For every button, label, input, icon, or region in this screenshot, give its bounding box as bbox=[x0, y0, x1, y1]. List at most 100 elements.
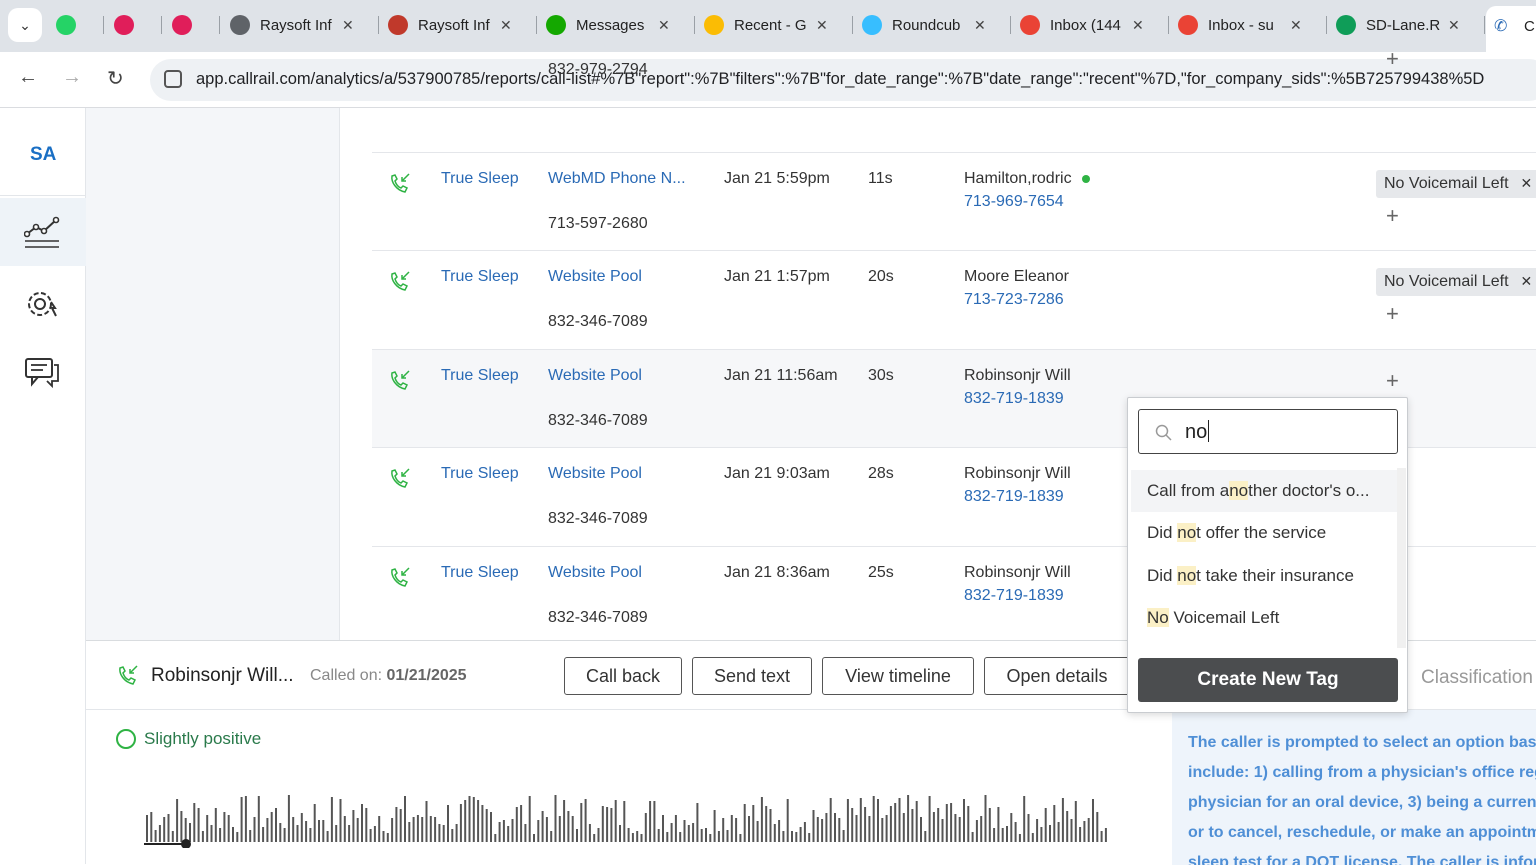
call-duration: 20s bbox=[868, 268, 894, 285]
dropdown-scrollbar[interactable] bbox=[1397, 468, 1406, 648]
company-link[interactable]: True Sleep bbox=[441, 367, 519, 385]
table-row[interactable]: 832-979-2794 + bbox=[372, 46, 1536, 152]
close-tab-icon[interactable]: ✕ bbox=[1132, 17, 1144, 34]
browser-tab[interactable] bbox=[114, 6, 144, 44]
company-link[interactable]: True Sleep bbox=[441, 268, 519, 286]
remove-tag-icon[interactable]: ✕ bbox=[1521, 273, 1533, 289]
close-tab-icon[interactable]: ✕ bbox=[974, 17, 986, 34]
call-duration: 30s bbox=[868, 367, 894, 384]
caller-phone-link[interactable]: 832-719-1839 bbox=[964, 488, 1064, 506]
inbound-call-icon[interactable] bbox=[388, 468, 410, 490]
audio-waveform[interactable] bbox=[144, 786, 1114, 848]
browser-tab[interactable]: Raysoft Inf ✕ bbox=[230, 6, 354, 44]
classification-tab[interactable]: Classification bbox=[1421, 667, 1533, 689]
close-tab-icon[interactable]: ✕ bbox=[658, 17, 670, 34]
call-back-button[interactable]: Call back bbox=[564, 657, 682, 695]
browser-tab[interactable] bbox=[56, 6, 86, 44]
close-tab-icon[interactable]: ✕ bbox=[1448, 17, 1460, 34]
tracking-number: 832-346-7089 bbox=[548, 510, 648, 527]
back-icon[interactable]: ← bbox=[18, 66, 38, 89]
source-link[interactable]: Website Pool bbox=[548, 564, 642, 582]
browser-tab[interactable]: Roundcub ✕ bbox=[862, 6, 986, 44]
caller-phone-link[interactable]: 832-719-1839 bbox=[964, 587, 1064, 605]
caller-phone-link[interactable]: 713-969-7654 bbox=[964, 193, 1064, 211]
inbound-call-icon[interactable] bbox=[388, 567, 410, 589]
tag-option[interactable]: Call from another doctor's o... bbox=[1131, 470, 1397, 512]
inbound-call-icon[interactable] bbox=[388, 173, 410, 195]
company-link[interactable]: True Sleep bbox=[441, 564, 519, 582]
create-new-tag-button[interactable]: Create New Tag bbox=[1138, 658, 1398, 702]
caller-name: Hamilton,rodric bbox=[964, 170, 1090, 188]
tab-label: Raysoft Inf bbox=[418, 16, 490, 34]
search-value-text: no bbox=[1185, 421, 1208, 443]
inbound-call-icon[interactable] bbox=[388, 370, 410, 392]
summary-line: or to cancel, reschedule, or make an app… bbox=[1188, 824, 1536, 841]
search-icon bbox=[1155, 424, 1172, 441]
browser-tab[interactable]: Inbox - su ✕ bbox=[1178, 6, 1302, 44]
summary-line: sleep test for a DOT license. The caller… bbox=[1188, 854, 1536, 865]
site-info-icon[interactable] bbox=[164, 70, 182, 88]
drive-icon bbox=[704, 15, 724, 35]
source-link[interactable]: Website Pool bbox=[548, 268, 642, 286]
table-row[interactable]: True Sleep WebMD Phone N... 713-597-2680 Ja… bbox=[372, 152, 1536, 250]
close-tab-icon[interactable]: ✕ bbox=[342, 17, 354, 34]
company-link[interactable]: True Sleep bbox=[441, 170, 519, 188]
close-tab-icon[interactable]: ✕ bbox=[500, 17, 512, 34]
source-link[interactable]: WebMD Phone N... bbox=[548, 170, 686, 188]
browser-tab[interactable]: SD-Lane.R ✕ bbox=[1336, 6, 1460, 44]
tag-option[interactable]: No Voicemail Left bbox=[1131, 597, 1397, 639]
inbound-call-icon[interactable] bbox=[388, 271, 410, 293]
caller-phone-link[interactable]: 713-723-7286 bbox=[964, 291, 1064, 309]
caller-phone-link[interactable]: 832-719-1839 bbox=[964, 390, 1064, 408]
source-link[interactable]: Website Pool bbox=[548, 465, 642, 483]
account-initials[interactable]: SA bbox=[30, 144, 56, 166]
option-text: Did bbox=[1147, 566, 1178, 585]
active-tab[interactable]: ✆ C bbox=[1486, 6, 1536, 52]
tab-search-button[interactable]: ⌄ bbox=[8, 8, 42, 42]
nav-divider bbox=[0, 195, 86, 196]
close-tab-icon[interactable]: ✕ bbox=[1290, 17, 1302, 34]
browser-tab[interactable]: Inbox (144 ✕ bbox=[1020, 6, 1144, 44]
chat-icon[interactable] bbox=[24, 355, 60, 391]
browser-tab[interactable]: Recent - G ✕ bbox=[704, 6, 828, 44]
settings-icon[interactable] bbox=[24, 286, 60, 322]
tag-option[interactable]: Did not offer the service bbox=[1131, 512, 1397, 554]
summary-line: physician for an oral device, 3) being a… bbox=[1188, 794, 1536, 811]
open-details-button[interactable]: Open details bbox=[984, 657, 1130, 695]
table-row[interactable]: True Sleep Website Pool 832-346-7089 Jan 21… bbox=[372, 250, 1536, 348]
forward-icon[interactable]: → bbox=[62, 66, 82, 89]
secondary-sidebar bbox=[86, 108, 340, 640]
tag-search-input[interactable]: no bbox=[1138, 409, 1398, 454]
call-date: Jan 21 5:59pm bbox=[724, 170, 830, 187]
caller-name-text: Robinsonjr Will bbox=[964, 465, 1071, 482]
browser-tab[interactable]: Messages ✕ bbox=[546, 6, 670, 44]
close-tab-icon[interactable]: ✕ bbox=[816, 17, 828, 34]
remove-tag-icon[interactable]: ✕ bbox=[1521, 175, 1533, 191]
option-match: no bbox=[1177, 523, 1197, 542]
option-match: no bbox=[1229, 481, 1249, 500]
tab-label: Messages bbox=[576, 16, 645, 34]
add-tag-button[interactable]: + bbox=[1386, 203, 1399, 229]
left-nav: SA bbox=[0, 108, 86, 864]
caller-name: Robinsonjr Will bbox=[964, 367, 1071, 385]
tracking-number: 832-346-7089 bbox=[548, 313, 648, 330]
send-text-button[interactable]: Send text bbox=[692, 657, 812, 695]
gmail-icon bbox=[1020, 15, 1040, 35]
reload-icon[interactable]: ↻ bbox=[107, 66, 124, 91]
company-link[interactable]: True Sleep bbox=[441, 465, 519, 483]
tag-dropdown: no Call from another doctor's o... Did no… bbox=[1127, 397, 1408, 713]
browser-tab[interactable]: Raysoft Inf ✕ bbox=[388, 6, 512, 44]
roundcube-icon bbox=[862, 15, 882, 35]
search-value: no bbox=[1185, 420, 1210, 444]
slack-icon bbox=[114, 15, 134, 35]
summary-line: The caller is prompted to select an opti… bbox=[1188, 734, 1536, 751]
tag-option[interactable]: Did not take their insurance bbox=[1131, 555, 1397, 597]
view-timeline-button[interactable]: View timeline bbox=[822, 657, 974, 695]
add-tag-button[interactable]: + bbox=[1386, 46, 1399, 72]
option-match: No bbox=[1147, 608, 1169, 627]
source-link[interactable]: Website Pool bbox=[548, 367, 642, 385]
analytics-icon[interactable] bbox=[24, 214, 60, 250]
add-tag-button[interactable]: + bbox=[1386, 301, 1399, 327]
browser-tab[interactable] bbox=[172, 6, 202, 44]
add-tag-button[interactable]: + bbox=[1386, 368, 1399, 394]
